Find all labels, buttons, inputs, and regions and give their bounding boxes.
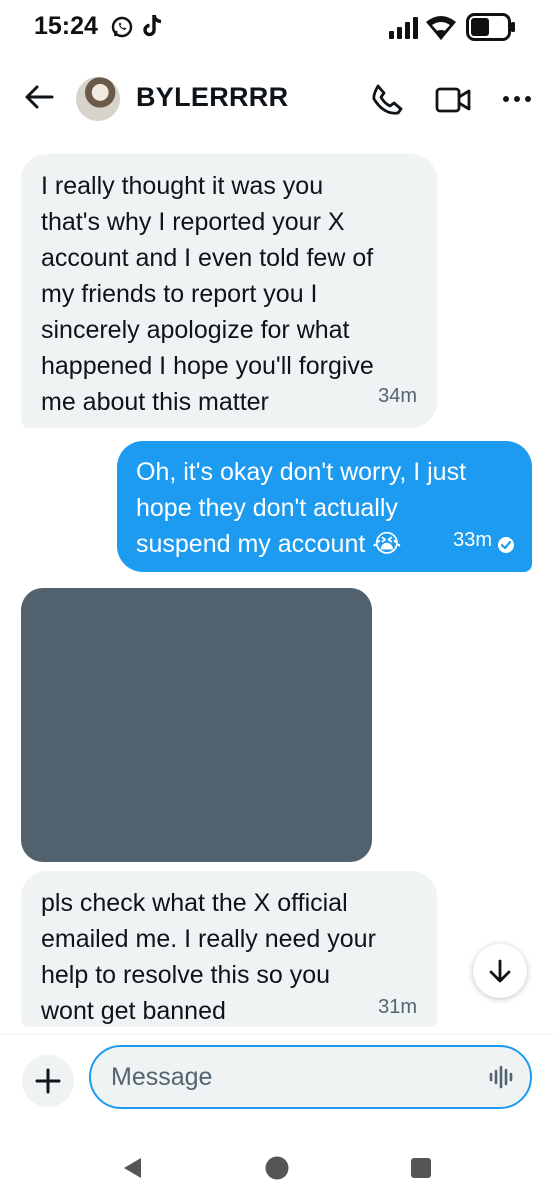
more-icon[interactable] [502,94,532,104]
image-attachment[interactable] [21,588,372,862]
scroll-to-bottom-button[interactable] [473,944,527,998]
wifi-icon [426,16,456,40]
phone-icon[interactable] [370,82,404,116]
signal-icon [389,17,418,39]
contact-name[interactable]: BYLERRRR [136,82,288,113]
add-attachment-button[interactable] [22,1055,74,1107]
back-triangle-icon[interactable] [121,1156,143,1180]
battery-icon [466,13,515,41]
incoming-message[interactable]: pls check what the X official emailed me… [21,871,437,1027]
whatsapp-icon [111,16,133,38]
arrow-down-icon [489,959,511,983]
message-time: 31m [378,996,417,1018]
read-check-icon [498,537,514,553]
composer [0,1034,554,1121]
voice-icon[interactable] [489,1065,515,1089]
status-time: 15:24 [34,12,98,40]
message-time: 34m [378,385,417,407]
message-text: pls check what the X official emailed me… [41,889,376,1025]
recents-square-icon[interactable] [410,1157,432,1179]
status-bar: 15:24 [0,0,554,56]
message-input[interactable] [89,1045,532,1109]
incoming-message[interactable]: I really thought it was you that's why I… [21,154,437,428]
plus-icon [35,1068,61,1094]
avatar[interactable] [76,77,120,121]
message-text: I really thought it was you that's why I… [41,172,374,416]
outgoing-message[interactable]: Oh, it's okay don't worry, I just hope t… [117,441,532,572]
video-icon[interactable] [435,86,471,114]
message-time: 33m [453,529,492,551]
home-circle-icon[interactable] [264,1155,290,1181]
back-arrow-icon[interactable] [22,80,56,114]
tiktok-icon [143,14,162,37]
system-nav-bar [0,1124,554,1200]
conversation-header: BYLERRRR [0,62,554,134]
